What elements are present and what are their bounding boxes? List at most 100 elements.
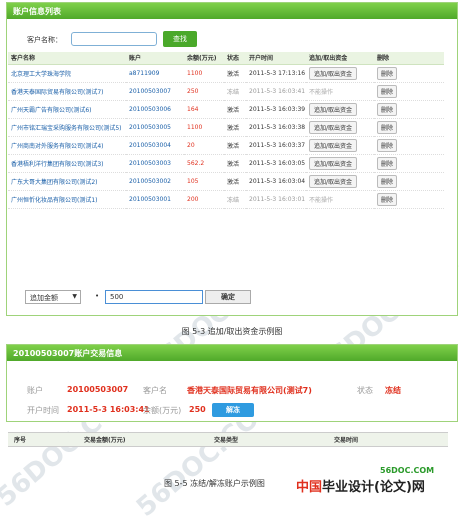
delete-button[interactable]: 删除 <box>377 192 398 206</box>
customer-name: 香港梧利洋行集团有限公司(测试3) <box>8 154 126 173</box>
delete-cell: 删除 <box>374 154 444 173</box>
action-cell: 追加/取出资金 <box>306 154 374 173</box>
amount-bar: 追加金额 ▼ • 500 确定 <box>25 290 325 306</box>
customer-name: 香港天泰国际贸易有限公司(测试7) <box>8 82 126 101</box>
delete-button[interactable]: 删除 <box>377 174 398 188</box>
action-cell: 不能操作 <box>306 190 374 209</box>
status-cell: 冻结 <box>224 82 246 101</box>
open-time-label: 开户时间 <box>27 406 59 415</box>
delete-button[interactable]: 删除 <box>377 66 398 80</box>
open-time-cell: 2011-5-3 16:03:41 <box>246 82 306 101</box>
balance-amount: 562.2 <box>184 154 224 173</box>
open-time-cell: 2011-5-3 16:03:39 <box>246 100 306 119</box>
customer-label: 客户名 <box>143 386 167 395</box>
open-time-cell: 2011-5-3 16:03:38 <box>246 118 306 137</box>
delete-cell: 删除 <box>374 118 444 137</box>
customer-value: 香港天泰国际贸易有限公司(测试7) <box>187 386 312 395</box>
col-header: 账户 <box>126 52 184 65</box>
table-row: 北京理工大学珠海学院 a8711909 1100 激活 2011-5-3 17:13:1… <box>8 64 444 83</box>
status-cell: 激活 <box>224 172 246 191</box>
operation-select[interactable]: 追加金额 ▼ <box>25 290 81 304</box>
account-number: 20100503002 <box>126 172 184 191</box>
delete-cell: 删除 <box>374 64 444 83</box>
delete-button[interactable]: 删除 <box>377 156 398 170</box>
action-cell: 追加/取出资金 <box>306 100 374 119</box>
confirm-button[interactable]: 确定 <box>205 290 251 304</box>
action-cell: 追加/取出资金 <box>306 136 374 155</box>
customer-name: 广州恒忻化妆品有限公司(测试1) <box>8 190 126 209</box>
open-time-value: 2011-5-3 16:03:41 <box>67 405 150 414</box>
account-table: 客户名称 账户 余额(万元) 状态 开户时间 追加/取出资金 删除 北京理工大学… <box>8 52 444 209</box>
add-withdraw-button[interactable]: 追加/取出资金 <box>309 174 358 188</box>
account-number: 20100503007 <box>126 82 184 101</box>
add-withdraw-button[interactable]: 追加/取出资金 <box>309 138 358 152</box>
amount-input[interactable]: 500 <box>105 290 203 304</box>
delete-button[interactable]: 删除 <box>377 120 398 134</box>
account-label: 账户 <box>27 386 43 395</box>
status-label: 状态 <box>357 386 373 395</box>
status-cell: 激活 <box>224 136 246 155</box>
customer-name: 广州市铭汇瑞宝采购服务有限公司(测试5) <box>8 118 126 137</box>
search-button[interactable]: 查找 <box>163 31 197 47</box>
col-header: 交易金额(万元) <box>78 432 208 447</box>
open-time-cell: 2011-5-3 16:03:05 <box>246 154 306 173</box>
col-header: 余额(万元) <box>184 52 224 65</box>
balance-amount: 200 <box>184 190 224 209</box>
balance-amount: 164 <box>184 100 224 119</box>
customer-name: 北京理工大学珠海学院 <box>8 64 126 83</box>
add-withdraw-button[interactable]: 追加/取出资金 <box>309 66 358 80</box>
balance-label: 余额(万元) <box>143 406 182 415</box>
account-number: 20100503003 <box>126 154 184 173</box>
open-time-cell: 2011-5-3 16:03:04 <box>246 172 306 191</box>
add-withdraw-button[interactable]: 追加/取出资金 <box>309 102 358 116</box>
cannot-operate-text: 不能操作 <box>309 88 334 96</box>
status-cell: 激活 <box>224 118 246 137</box>
balance-amount: 20 <box>184 136 224 155</box>
balance-amount: 1100 <box>184 118 224 137</box>
action-cell: 追加/取出资金 <box>306 118 374 137</box>
customer-name: 广东大哥大集团有限公司(测试2) <box>8 172 126 191</box>
col-header: 开户时间 <box>246 52 306 65</box>
delete-button[interactable]: 删除 <box>377 138 398 152</box>
delete-button[interactable]: 删除 <box>377 84 398 98</box>
add-withdraw-button[interactable]: 追加/取出资金 <box>309 120 358 134</box>
brand-site: 56DOC.COM <box>380 466 435 475</box>
action-cell: 追加/取出资金 <box>306 172 374 191</box>
col-header: 交易类型 <box>208 432 328 447</box>
table-row: 香港梧利洋行集团有限公司(测试3) 20100503003 562.2 激活 2011-… <box>8 154 444 173</box>
status-value: 冻结 <box>385 386 401 395</box>
account-trade-panel: 20100503007账户交易信息 账户 20100503007 客户名 香港天… <box>6 344 458 422</box>
delete-cell: 删除 <box>374 172 444 191</box>
delete-cell: 删除 <box>374 82 444 101</box>
action-cell: 追加/取出资金 <box>306 64 374 83</box>
account-value: 20100503007 <box>67 385 129 394</box>
balance-amount: 105 <box>184 172 224 191</box>
delete-button[interactable]: 删除 <box>377 102 398 116</box>
customer-name: 广州天霸广告有限公司(测试6) <box>8 100 126 119</box>
balance-amount: 250 <box>184 82 224 101</box>
account-number: 20100503001 <box>126 190 184 209</box>
status-cell: 激活 <box>224 100 246 119</box>
col-header: 追加/取出资金 <box>306 52 374 65</box>
table-row: 广州恒忻化妆品有限公司(测试1) 20100503001 200 冻结 2011-5-3… <box>8 190 444 209</box>
table-row: 广东大哥大集团有限公司(测试2) 20100503002 105 激活 2011-5-3… <box>8 172 444 191</box>
delete-cell: 删除 <box>374 190 444 209</box>
col-header: 客户名称 <box>8 52 126 65</box>
col-header: 序号 <box>8 432 78 447</box>
status-cell: 冻结 <box>224 190 246 209</box>
account-number: a8711909 <box>126 64 184 83</box>
unfreeze-button[interactable]: 解冻 <box>212 403 254 417</box>
bullet-icon: • <box>95 292 100 300</box>
search-label: 客户名称： <box>27 36 62 44</box>
action-cell: 不能操作 <box>306 82 374 101</box>
table-row: 广州天霸广告有限公司(测试6) 20100503006 164 激活 2011-5-3 … <box>8 100 444 119</box>
table-row: 香港天泰国际贸易有限公司(测试7) 20100503007 250 冻结 2011-5-… <box>8 82 444 101</box>
search-input[interactable] <box>71 32 157 46</box>
cannot-operate-text: 不能操作 <box>309 196 334 204</box>
panel-title: 账户信息列表 <box>7 3 457 19</box>
account-number: 20100503004 <box>126 136 184 155</box>
panel-title: 20100503007账户交易信息 <box>7 345 457 361</box>
search-bar: 客户名称： 查找 <box>13 29 453 51</box>
balance-amount: 1100 <box>184 64 224 83</box>
add-withdraw-button[interactable]: 追加/取出资金 <box>309 156 358 170</box>
